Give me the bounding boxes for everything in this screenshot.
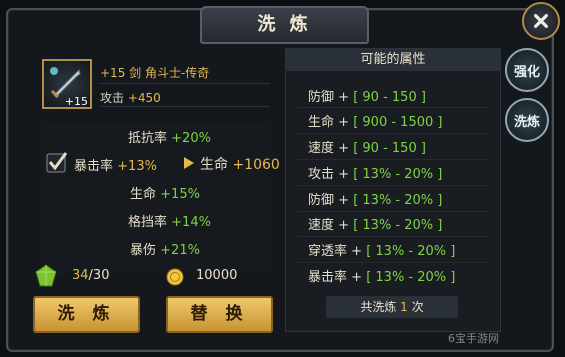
item-name: +15 剑 角斗士-传奇 bbox=[100, 66, 210, 80]
attribute-plus: + bbox=[338, 90, 350, 105]
attribute-range: [ 13% - 20% ] bbox=[353, 218, 443, 233]
watermark: 6宝手游网 bbox=[448, 332, 499, 345]
stat-value: +21% bbox=[160, 243, 200, 258]
gem-total: /30 bbox=[88, 268, 110, 283]
attribute-row: 攻击 + [ 13% - 20% ] bbox=[308, 163, 442, 182]
attribute-label: 防御 bbox=[308, 193, 335, 208]
item-panel: +15 +15 剑 角斗士-传奇 攻击 +450 抵抗率 +20% 暴击率 +1… bbox=[30, 56, 280, 333]
new-stat-value: +1060 bbox=[232, 157, 280, 173]
divider bbox=[298, 159, 488, 160]
stat-label: 抵抗率 bbox=[128, 131, 168, 146]
attribute-range: [ 90 - 150 ] bbox=[353, 141, 426, 156]
item-attack-value: +450 bbox=[127, 91, 161, 105]
attribute-plus: + bbox=[338, 141, 350, 156]
stat-row: 抵抗率 +20% bbox=[128, 127, 211, 146]
gem-cost: 34/30 bbox=[72, 268, 109, 283]
attribute-row: 生命 + [ 900 - 1500 ] bbox=[308, 111, 442, 130]
coin-icon bbox=[166, 268, 184, 286]
stat-label: 暴伤 bbox=[130, 243, 157, 258]
attribute-row: 暴击率 + [ 13% - 20% ] bbox=[308, 266, 455, 285]
attribute-plus: + bbox=[338, 115, 350, 130]
new-stat-label: 生命 bbox=[200, 157, 228, 173]
attribute-range: [ 900 - 1500 ] bbox=[353, 115, 443, 130]
stat-value: +14% bbox=[171, 215, 211, 230]
stat-label: 格挡率 bbox=[128, 215, 168, 230]
gold-cost: 10000 bbox=[196, 268, 238, 283]
stat-value: +13% bbox=[117, 159, 157, 174]
attribute-label: 暴击率 bbox=[308, 270, 348, 285]
gem-current: 34 bbox=[72, 268, 89, 283]
refine-count: 共洗炼 1 次 bbox=[326, 296, 458, 318]
attribute-label: 生命 bbox=[308, 115, 335, 130]
attribute-range: [ 13% - 20% ] bbox=[366, 244, 456, 259]
item-attack: 攻击 +450 bbox=[100, 89, 161, 106]
stat-row: 暴伤 +21% bbox=[130, 239, 200, 258]
count-value: 1 bbox=[400, 300, 408, 314]
divider bbox=[298, 185, 488, 186]
divider bbox=[298, 133, 488, 134]
divider bbox=[298, 262, 488, 263]
attribute-plus: + bbox=[338, 193, 350, 208]
stat-value: +15% bbox=[160, 187, 200, 202]
possible-attributes-panel: 可能的属性 防御 + [ 90 - 150 ] 生命 + [ 900 - 150… bbox=[285, 48, 501, 332]
stat-row: 生命 +15% bbox=[130, 183, 200, 202]
stat-label: 生命 bbox=[130, 187, 157, 202]
new-stat: 生命 +1060 bbox=[200, 154, 280, 174]
stat-value: +20% bbox=[171, 131, 211, 146]
stat-row: 格挡率 +14% bbox=[128, 211, 211, 230]
attribute-label: 防御 bbox=[308, 90, 335, 105]
attribute-row: 穿透率 + [ 13% - 20% ] bbox=[308, 240, 455, 259]
window-title: 洗 炼 bbox=[200, 6, 369, 44]
divider bbox=[100, 83, 270, 84]
attribute-range: [ 90 - 150 ] bbox=[353, 90, 426, 105]
close-button[interactable] bbox=[522, 2, 560, 40]
item-attack-label: 攻击 bbox=[100, 91, 125, 105]
item-level-badge: +15 bbox=[64, 95, 88, 108]
gem-icon bbox=[35, 264, 57, 287]
attribute-plus: + bbox=[351, 244, 363, 259]
attribute-label: 速度 bbox=[308, 218, 335, 233]
attribute-row: 防御 + [ 90 - 150 ] bbox=[308, 86, 426, 105]
possible-attributes-title: 可能的属性 bbox=[286, 49, 500, 71]
divider bbox=[298, 211, 488, 212]
count-prefix: 共洗炼 bbox=[360, 300, 397, 314]
divider bbox=[298, 236, 488, 237]
attribute-row: 速度 + [ 13% - 20% ] bbox=[308, 214, 442, 233]
attribute-plus: + bbox=[338, 167, 350, 182]
divider bbox=[100, 106, 270, 107]
attribute-range: [ 13% - 20% ] bbox=[353, 167, 443, 182]
item-slot[interactable]: +15 bbox=[42, 59, 92, 109]
attribute-plus: + bbox=[338, 218, 350, 233]
attribute-row: 速度 + [ 90 - 150 ] bbox=[308, 137, 426, 156]
check-icon[interactable] bbox=[46, 151, 68, 173]
attribute-label: 穿透率 bbox=[308, 244, 348, 259]
tab-strengthen[interactable]: 强化 bbox=[505, 48, 549, 92]
stat-row-selected: 暴击率 +13% bbox=[74, 155, 157, 174]
attribute-plus: + bbox=[351, 270, 363, 285]
attribute-label: 速度 bbox=[308, 141, 335, 156]
attribute-range: [ 13% - 20% ] bbox=[366, 270, 456, 285]
replace-button[interactable]: 替 换 bbox=[166, 296, 273, 333]
tab-refine[interactable]: 洗炼 bbox=[505, 98, 549, 142]
count-suffix: 次 bbox=[411, 300, 424, 314]
arrow-right-icon bbox=[184, 157, 194, 169]
stat-label: 暴击率 bbox=[74, 159, 114, 174]
attribute-row: 防御 + [ 13% - 20% ] bbox=[308, 189, 442, 208]
attribute-range: [ 13% - 20% ] bbox=[353, 193, 443, 208]
divider bbox=[298, 107, 488, 108]
close-icon bbox=[534, 14, 548, 28]
attribute-label: 攻击 bbox=[308, 167, 335, 182]
refine-button[interactable]: 洗 炼 bbox=[33, 296, 140, 333]
